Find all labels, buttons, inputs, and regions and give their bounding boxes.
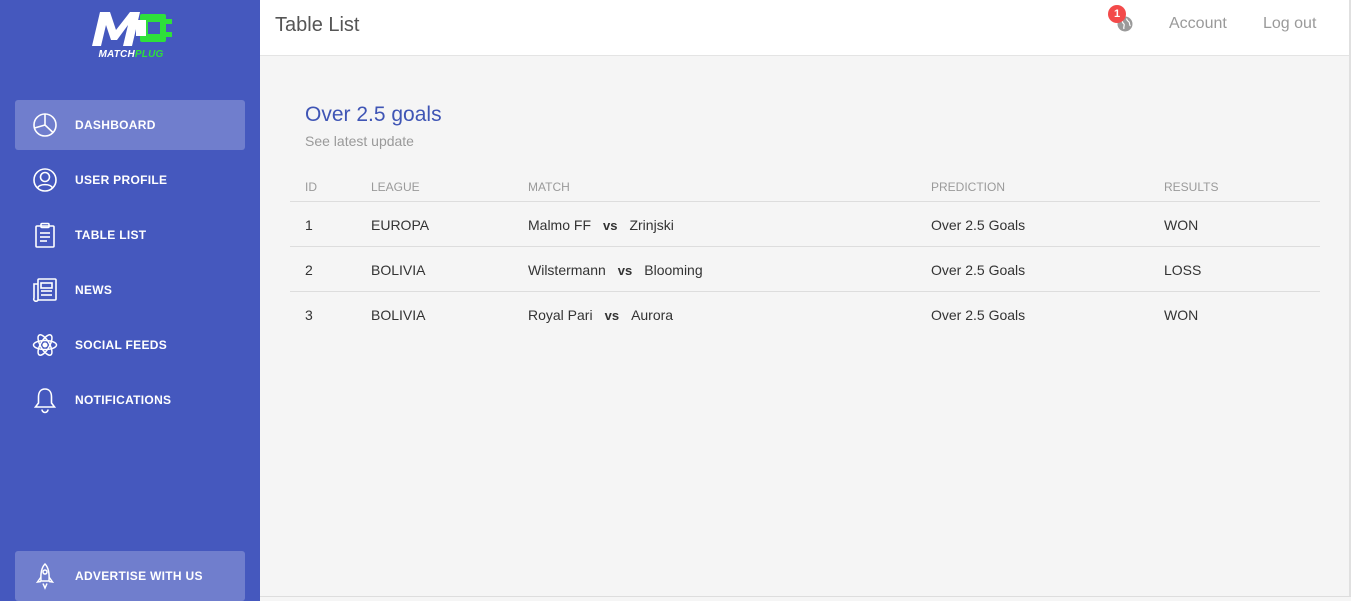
home-team: Malmo FF: [528, 217, 591, 233]
sidebar-item-advertise[interactable]: ADVERTISE WITH US: [15, 551, 245, 601]
card-subtitle: See latest update: [305, 133, 414, 149]
cell-match: Royal Pari vs Aurora: [528, 307, 673, 323]
sidebar: MATCHPLUG DASHBOARD USER PROFILE TABLE L…: [0, 0, 260, 601]
cell-match: Malmo FF vs Zrinjski: [528, 217, 674, 233]
bell-icon: [31, 386, 59, 414]
sidebar-item-news[interactable]: NEWS: [15, 265, 245, 315]
cell-prediction: Over 2.5 Goals: [931, 307, 1026, 323]
sidebar-item-label: ADVERTISE WITH US: [75, 569, 203, 583]
brand-logo[interactable]: MATCHPLUG: [84, 8, 178, 64]
sidebar-item-label: DASHBOARD: [75, 118, 156, 132]
column-header-league: LEAGUE: [371, 180, 420, 194]
atom-icon: [31, 331, 59, 359]
cell-result: WON: [1164, 307, 1199, 323]
cell-id: 1: [305, 217, 313, 233]
sidebar-item-label: TABLE LIST: [75, 228, 147, 242]
cell-league: BOLIVIA: [371, 307, 426, 323]
top-navbar: Table List 1 Account Log out: [260, 0, 1351, 56]
column-header-results: RESULTS: [1164, 180, 1219, 194]
clipboard-icon: [31, 221, 59, 249]
away-team: Zrinjski: [629, 217, 674, 233]
sidebar-item-label: NOTIFICATIONS: [75, 393, 172, 407]
pie-chart-icon: [31, 111, 59, 139]
vs-label: vs: [617, 263, 633, 278]
vs-label: vs: [603, 218, 618, 233]
away-team: Aurora: [631, 307, 674, 323]
sidebar-item-user-profile[interactable]: USER PROFILE: [15, 155, 245, 205]
bottom-status-bar: [260, 596, 1351, 601]
cell-league: EUROPA: [371, 217, 430, 233]
cell-result: LOSS: [1164, 262, 1202, 278]
sidebar-item-label: SOCIAL FEEDS: [75, 338, 168, 352]
rocket-icon: [31, 562, 59, 590]
account-link[interactable]: Account: [1169, 15, 1227, 33]
cell-match: Wilstermann vs Blooming: [528, 262, 703, 278]
notification-badge[interactable]: 1: [1108, 5, 1126, 23]
column-header-match: MATCH: [528, 180, 570, 194]
home-team: Royal Pari: [528, 307, 593, 323]
column-header-prediction: PREDICTION: [931, 180, 1006, 194]
user-circle-icon: [31, 166, 59, 194]
cell-id: 3: [305, 307, 313, 323]
vs-label: vs: [604, 308, 620, 323]
table-row: 1 EUROPA Malmo FF vs Zrinjski Over 2.5 Goa…: [290, 202, 1320, 247]
home-team: Wilstermann: [528, 262, 606, 278]
sidebar-item-table-list[interactable]: TABLE LIST: [15, 210, 245, 260]
predictions-table: ID LEAGUE MATCH PREDICTION RESULTS 1 EUR…: [290, 173, 1320, 337]
cell-league: BOLIVIA: [371, 262, 426, 278]
sidebar-item-notifications[interactable]: NOTIFICATIONS: [15, 375, 245, 425]
sidebar-item-social-feeds[interactable]: SOCIAL FEEDS: [15, 320, 245, 370]
table-header-row: ID LEAGUE MATCH PREDICTION RESULTS: [290, 173, 1320, 202]
table-row: 2 BOLIVIA Wilstermann vs Blooming Over 2.5…: [290, 247, 1320, 292]
table-row: 3 BOLIVIA Royal Pari vs Aurora Over 2.5 Go…: [290, 292, 1320, 337]
cell-prediction: Over 2.5 Goals: [931, 262, 1026, 278]
sidebar-item-label: NEWS: [75, 283, 113, 297]
matchplug-logo-icon: [92, 12, 172, 46]
brand-name: MATCHPLUG: [98, 49, 164, 60]
sidebar-item-dashboard[interactable]: DASHBOARD: [15, 100, 245, 150]
column-header-id: ID: [305, 180, 317, 194]
sidebar-item-label: USER PROFILE: [75, 173, 168, 187]
cell-id: 2: [305, 262, 313, 278]
logout-link[interactable]: Log out: [1263, 15, 1316, 33]
card-title: Over 2.5 goals: [305, 103, 442, 126]
page-title: Table List: [275, 14, 360, 36]
newspaper-icon: [31, 276, 59, 304]
cell-prediction: Over 2.5 Goals: [931, 217, 1026, 233]
away-team: Blooming: [644, 262, 703, 278]
cell-result: WON: [1164, 217, 1199, 233]
